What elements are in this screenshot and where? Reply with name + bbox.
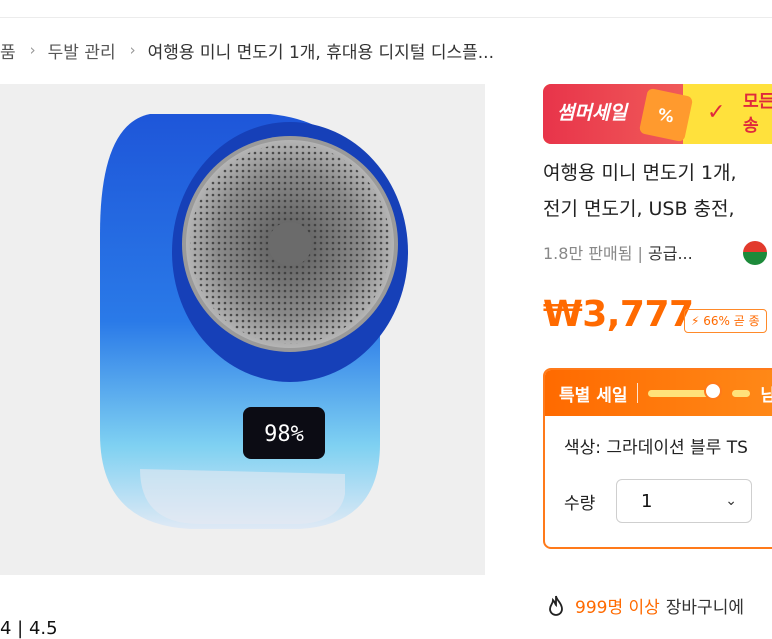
cart-count: 999명 이상 xyxy=(575,598,660,618)
percent-tag-icon: % xyxy=(638,87,694,143)
color-option-label: 색상: 그라데이션 블루 TS xyxy=(564,438,748,458)
rating-row: 4 | 4.5 xyxy=(0,618,58,639)
quantity-label: 수량 xyxy=(564,494,596,514)
quantity-select[interactable]: 1 ⌄ xyxy=(616,479,752,523)
sale-banner-side: 모든 송 xyxy=(743,92,772,136)
lightning-icon: ⚡ xyxy=(691,314,700,328)
display-readout: 98% xyxy=(264,422,304,447)
sale-progress-bar xyxy=(648,381,723,400)
quantity-value: 1 xyxy=(641,490,653,512)
price: ₩3,777 xyxy=(543,294,694,335)
breadcrumb: 품 › 두발 관리 › 여행용 미니 면도기 1개, 휴대용 디지털 디스플..… xyxy=(0,38,494,63)
remaining-label: 남 xyxy=(760,381,772,406)
discount-badge: ⚡ 66% 곧 종 xyxy=(684,309,767,333)
special-sale-header: 특별 세일 남 xyxy=(545,370,772,416)
cart-text: 장바구니에 xyxy=(665,598,744,618)
shaver-illustration: 98% xyxy=(100,114,408,529)
clock-icon xyxy=(704,381,723,400)
breadcrumb-item-prev[interactable]: 품 xyxy=(0,38,16,63)
product-image[interactable]: 98% xyxy=(0,84,485,575)
top-divider xyxy=(0,17,772,18)
cart-popularity-note: 999명 이상 장바구니에 xyxy=(545,593,744,618)
breadcrumb-current: 여행용 미니 면도기 1개, 휴대용 디지털 디스플... xyxy=(147,42,494,63)
sales-info: 1.8만 판매됨 | 공급... xyxy=(543,244,693,263)
sale-banner-label: 썸머세일 xyxy=(557,102,627,124)
sold-count: 1.8만 판매됨 xyxy=(543,244,633,263)
product-title: 여행용 미니 면도기 1개, 전기 면도기, USB 충전, xyxy=(543,162,737,220)
supplier-link[interactable]: 공급... xyxy=(648,244,693,263)
chevron-down-icon: ⌄ xyxy=(725,493,737,509)
store-logo-icon[interactable] xyxy=(743,241,767,265)
chevron-right-icon: › xyxy=(129,41,136,59)
summer-sale-banner[interactable]: 썸머세일 % ✓ 모든 송 xyxy=(543,84,772,144)
breadcrumb-item-hair-care[interactable]: 두발 관리 xyxy=(48,38,116,63)
chevron-right-icon: › xyxy=(29,41,36,59)
check-icon: ✓ xyxy=(707,100,726,125)
special-sale-label: 특별 세일 xyxy=(559,385,628,406)
flame-icon xyxy=(549,595,563,616)
